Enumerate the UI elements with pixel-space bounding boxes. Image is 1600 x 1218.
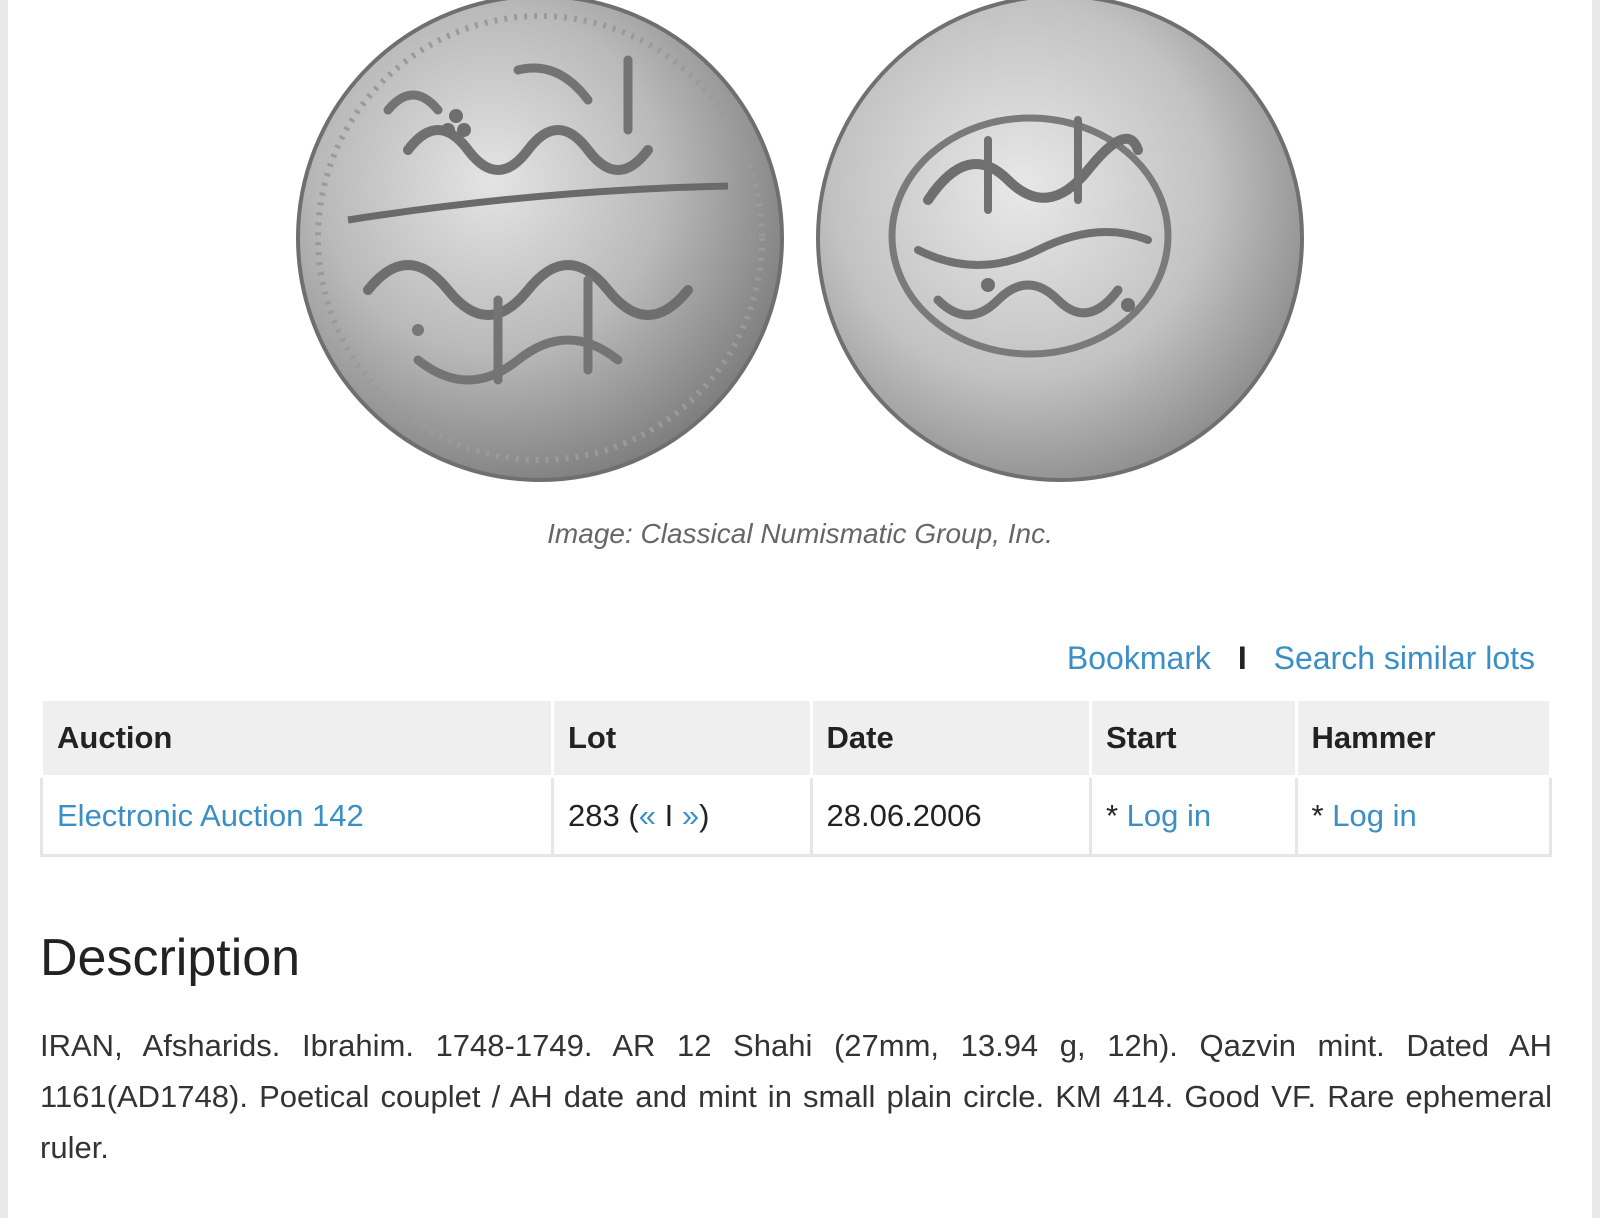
table-row: Electronic Auction 142 283 (« I ») 28.06… bbox=[40, 775, 1553, 857]
bookmark-link[interactable]: Bookmark bbox=[1067, 640, 1211, 676]
description-text: IRAN, Afsharids. Ibrahim. 1748-1749. AR … bbox=[40, 1028, 1552, 1165]
date-cell: 28.06.2006 bbox=[809, 775, 1092, 857]
lot-nav-close: ) bbox=[699, 798, 710, 833]
lot-cell: 283 (« I ») bbox=[551, 775, 813, 857]
start-cell: * Log in bbox=[1088, 775, 1298, 857]
coin-reverse bbox=[816, 0, 1304, 482]
hammer-login-link[interactable]: Log in bbox=[1332, 798, 1416, 833]
header-lot: Lot bbox=[551, 698, 813, 778]
start-login-link[interactable]: Log in bbox=[1127, 798, 1211, 833]
lot-table: Auction Lot Date Start Hammer Electronic… bbox=[40, 698, 1553, 857]
hammer-cell: * Log in bbox=[1294, 775, 1553, 857]
table-header-row: Auction Lot Date Start Hammer bbox=[40, 698, 1553, 778]
header-hammer: Hammer bbox=[1294, 698, 1553, 778]
lot-page: Image: Classical Numismatic Group, Inc. … bbox=[8, 0, 1592, 1218]
actions-separator: I bbox=[1237, 640, 1247, 676]
start-asterisk: * bbox=[1105, 798, 1119, 833]
previous-lot-link[interactable]: « bbox=[639, 798, 656, 833]
lot-actions: Bookmark I Search similar lots bbox=[1067, 640, 1535, 677]
description-heading: Description bbox=[40, 929, 301, 987]
hammer-asterisk: * bbox=[1311, 798, 1324, 833]
lot-nav-open: ( bbox=[628, 798, 639, 833]
auction-cell: Electronic Auction 142 bbox=[40, 775, 554, 857]
lot-nav-separator: I bbox=[664, 798, 674, 833]
header-auction: Auction bbox=[40, 698, 554, 778]
next-lot-link[interactable]: » bbox=[682, 798, 699, 833]
search-similar-lots-link[interactable]: Search similar lots bbox=[1274, 640, 1535, 676]
header-date: Date bbox=[809, 698, 1092, 778]
coin-obverse bbox=[296, 0, 784, 482]
image-caption: Image: Classical Numismatic Group, Inc. bbox=[547, 518, 1053, 549]
header-start: Start bbox=[1088, 698, 1298, 778]
coin-image[interactable] bbox=[288, 0, 1328, 490]
auction-link[interactable]: Electronic Auction 142 bbox=[57, 798, 364, 833]
lot-number: 283 bbox=[568, 798, 620, 833]
